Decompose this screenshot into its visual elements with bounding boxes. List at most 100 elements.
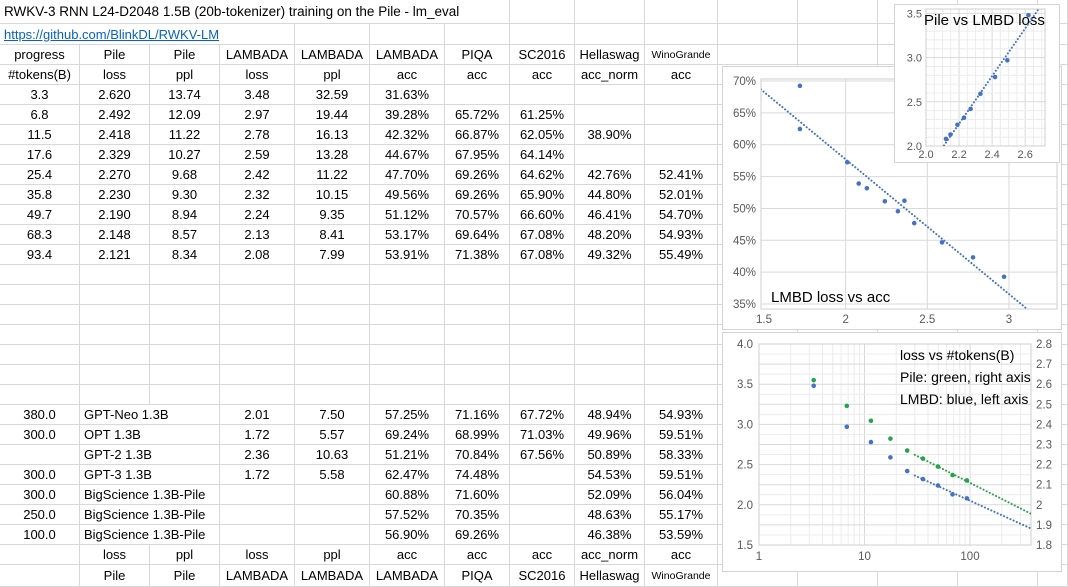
table-cell[interactable] [510, 525, 575, 545]
table-cell[interactable]: 70.35% [445, 505, 510, 525]
cell[interactable] [295, 305, 370, 325]
footer-header[interactable]: LAMBADA [370, 565, 445, 587]
cell[interactable] [510, 345, 575, 365]
footer-subheader[interactable]: ppl [295, 545, 370, 565]
model-name[interactable]: GPT-Neo 1.3B [80, 405, 220, 425]
table-cell[interactable]: 1.72 [220, 465, 295, 485]
cell[interactable] [0, 385, 80, 405]
cell[interactable] [445, 305, 510, 325]
table-cell[interactable]: 57.52% [370, 505, 445, 525]
table-cell[interactable]: 67.95% [445, 145, 510, 165]
table-cell[interactable]: 60.88% [370, 485, 445, 505]
table-cell[interactable] [510, 85, 575, 105]
cell[interactable] [510, 285, 575, 305]
table-cell[interactable] [575, 105, 645, 125]
cell[interactable] [445, 345, 510, 365]
table-cell[interactable]: 2.59 [220, 145, 295, 165]
footer-header[interactable]: LAMBADA [220, 565, 295, 587]
cell[interactable] [0, 365, 80, 385]
table-cell[interactable]: 54.93% [645, 405, 718, 425]
table-cell[interactable]: 31.63% [370, 85, 445, 105]
column-header[interactable]: SC2016 [510, 45, 575, 65]
column-subheader[interactable]: loss [220, 65, 295, 85]
column-subheader[interactable]: loss [80, 65, 150, 85]
column-header[interactable]: Pile [150, 45, 220, 65]
cell[interactable] [150, 385, 220, 405]
cell[interactable] [798, 45, 878, 65]
table-cell[interactable]: 49.96% [575, 425, 645, 445]
column-header[interactable]: LAMBADA [370, 45, 445, 65]
cell[interactable] [510, 325, 575, 345]
table-cell[interactable] [575, 85, 645, 105]
table-cell[interactable]: 10.63 [295, 445, 370, 465]
table-cell[interactable]: 51.12% [370, 205, 445, 225]
table-cell[interactable]: 32.59 [295, 85, 370, 105]
table-cell[interactable]: 2.620 [80, 85, 150, 105]
table-cell[interactable]: 39.28% [370, 105, 445, 125]
table-cell[interactable]: 13.28 [295, 145, 370, 165]
cell[interactable] [575, 345, 645, 365]
footer-subheader[interactable]: loss [220, 545, 295, 565]
cell[interactable] [798, 24, 878, 45]
table-cell[interactable]: 69.26% [445, 185, 510, 205]
cell[interactable] [645, 345, 718, 365]
table-cell[interactable]: 68.3 [0, 225, 80, 245]
table-cell[interactable]: 58.33% [645, 445, 718, 465]
table-cell[interactable] [645, 125, 718, 145]
cell[interactable] [575, 325, 645, 345]
table-cell[interactable]: 71.38% [445, 245, 510, 265]
footer-subheader[interactable]: loss [80, 545, 150, 565]
table-cell[interactable]: 17.6 [0, 145, 80, 165]
table-cell[interactable]: 71.16% [445, 405, 510, 425]
table-cell[interactable]: 8.41 [295, 225, 370, 245]
cell[interactable] [645, 285, 718, 305]
table-cell[interactable] [510, 505, 575, 525]
table-cell[interactable]: 2.121 [80, 245, 150, 265]
cell[interactable] [0, 285, 80, 305]
cell[interactable] [575, 305, 645, 325]
table-cell[interactable]: 9.35 [295, 205, 370, 225]
model-name[interactable]: GPT-3 1.3B [80, 465, 220, 485]
footer-subheader[interactable]: acc [645, 545, 718, 565]
table-cell[interactable]: 52.09% [575, 485, 645, 505]
footer-subheader[interactable]: acc [370, 545, 445, 565]
table-cell[interactable]: 52.41% [645, 165, 718, 185]
table-cell[interactable] [575, 145, 645, 165]
cell[interactable] [575, 0, 645, 24]
table-cell[interactable]: 49.7 [0, 205, 80, 225]
footer-header[interactable]: LAMBADA [295, 565, 370, 587]
cell[interactable] [150, 305, 220, 325]
table-cell[interactable]: 2.329 [80, 145, 150, 165]
table-cell[interactable]: 61.25% [510, 105, 575, 125]
table-cell[interactable]: 2.32 [220, 185, 295, 205]
table-cell[interactable]: 55.17% [645, 505, 718, 525]
cell[interactable] [575, 365, 645, 385]
table-cell[interactable]: 93.4 [0, 245, 80, 265]
table-cell[interactable]: 5.58 [295, 465, 370, 485]
cell[interactable] [295, 365, 370, 385]
table-cell[interactable]: 46.38% [575, 525, 645, 545]
table-cell[interactable]: 8.94 [150, 205, 220, 225]
column-subheader[interactable]: acc [370, 65, 445, 85]
table-cell[interactable]: 69.24% [370, 425, 445, 445]
table-cell[interactable]: 69.26% [445, 525, 510, 545]
cell[interactable] [445, 285, 510, 305]
link-cell[interactable]: https://github.com/BlinkDL/RWKV-LM [0, 24, 295, 45]
cell[interactable] [798, 0, 878, 24]
table-cell[interactable]: 53.91% [370, 245, 445, 265]
cell[interactable] [645, 0, 718, 24]
cell[interactable] [445, 385, 510, 405]
table-cell[interactable]: 48.20% [575, 225, 645, 245]
table-cell[interactable]: 71.60% [445, 485, 510, 505]
table-cell[interactable]: 2.42 [220, 165, 295, 185]
cell[interactable] [295, 325, 370, 345]
cell[interactable] [645, 305, 718, 325]
table-cell[interactable] [645, 85, 718, 105]
cell[interactable] [220, 285, 295, 305]
footer-subheader[interactable]: acc_norm [575, 545, 645, 565]
table-cell[interactable]: 55.49% [645, 245, 718, 265]
table-cell[interactable]: 52.01% [645, 185, 718, 205]
cell[interactable] [80, 345, 150, 365]
cell[interactable] [150, 345, 220, 365]
table-cell[interactable] [510, 465, 575, 485]
